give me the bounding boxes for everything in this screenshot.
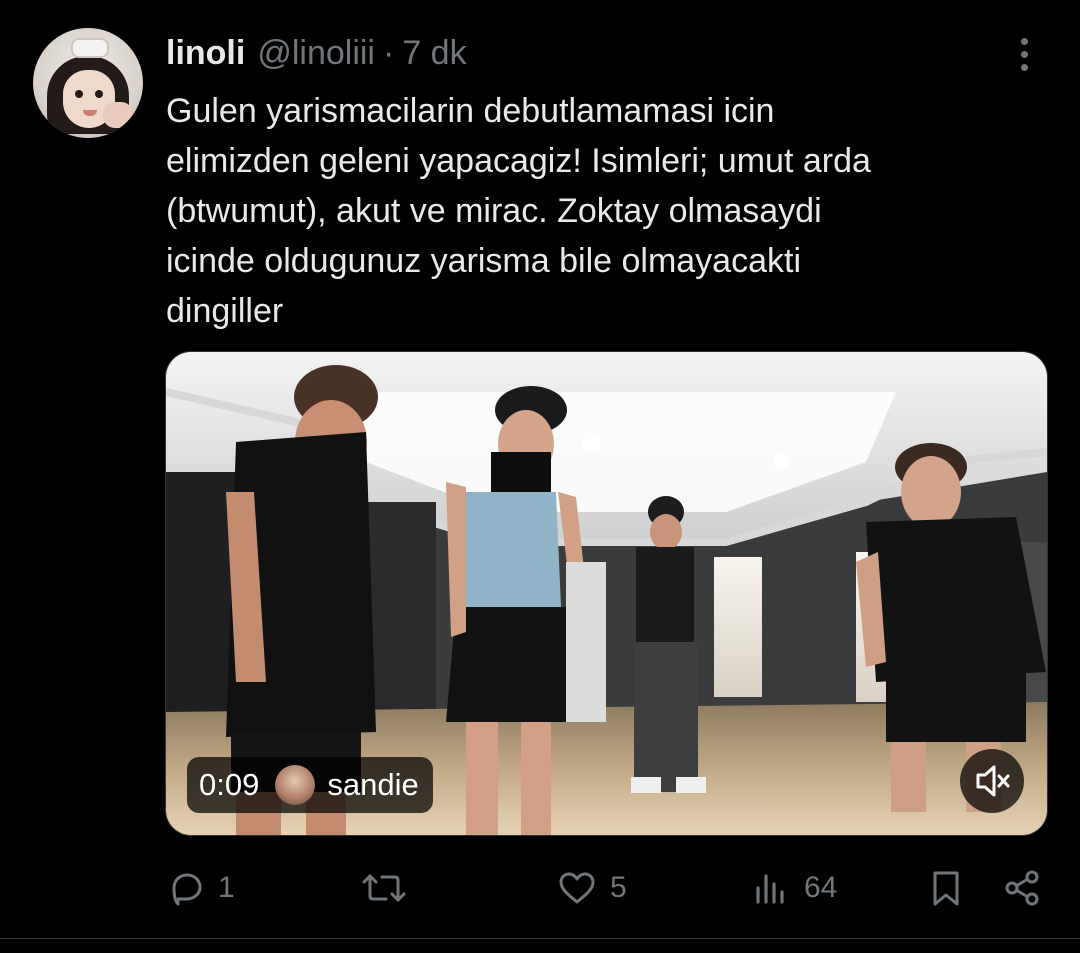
like-count: 5 xyxy=(610,871,627,904)
video-attribution[interactable]: sandie xyxy=(327,767,418,803)
like-button[interactable]: 5 xyxy=(556,860,627,916)
reply-icon xyxy=(172,873,202,906)
speaker-muted-icon xyxy=(976,765,1010,797)
video-duration: 0:09 xyxy=(199,767,260,802)
tweet-divider xyxy=(0,938,1080,939)
author-handle[interactable]: @linoliii xyxy=(257,34,375,73)
author-name[interactable]: linoli xyxy=(166,34,245,73)
bookmark-icon xyxy=(933,871,959,906)
views-count: 64 xyxy=(804,871,838,904)
share-icon xyxy=(1005,870,1039,906)
avatar-eye-left xyxy=(75,90,83,98)
bookmark-button[interactable] xyxy=(926,860,966,916)
heart-icon xyxy=(559,872,595,904)
views-chart-icon xyxy=(756,874,784,904)
reply-button[interactable]: 1 xyxy=(166,860,235,916)
header-separator: · xyxy=(382,33,395,72)
views-button[interactable]: 64 xyxy=(752,860,837,916)
tweet-header: linoli @linoliii · 7 dk xyxy=(166,30,467,76)
author-avatar[interactable] xyxy=(33,28,143,138)
tweet-text: Gulen yarismacilarin debutlamamasi icin … xyxy=(166,92,871,330)
tweet-actions: 1 5 64 xyxy=(0,860,1080,916)
avatar-eye-right xyxy=(95,90,103,98)
retweet-button[interactable] xyxy=(360,860,420,916)
share-button[interactable] xyxy=(1002,860,1042,916)
avatar-hair-bow xyxy=(71,38,109,58)
mute-toggle-button[interactable] xyxy=(960,749,1024,813)
more-options-icon[interactable] xyxy=(1010,34,1040,74)
tweet-timestamp[interactable]: 7 dk xyxy=(402,34,466,73)
reply-count: 1 xyxy=(218,871,235,904)
video-badge: 0:09 sandie xyxy=(187,757,433,813)
avatar-hand xyxy=(103,102,133,128)
attribution-avatar xyxy=(275,765,316,805)
tweet[interactable]: linoli @linoliii · 7 dk Gulen yarismacil… xyxy=(0,0,1080,953)
retweet-icon xyxy=(362,874,406,902)
